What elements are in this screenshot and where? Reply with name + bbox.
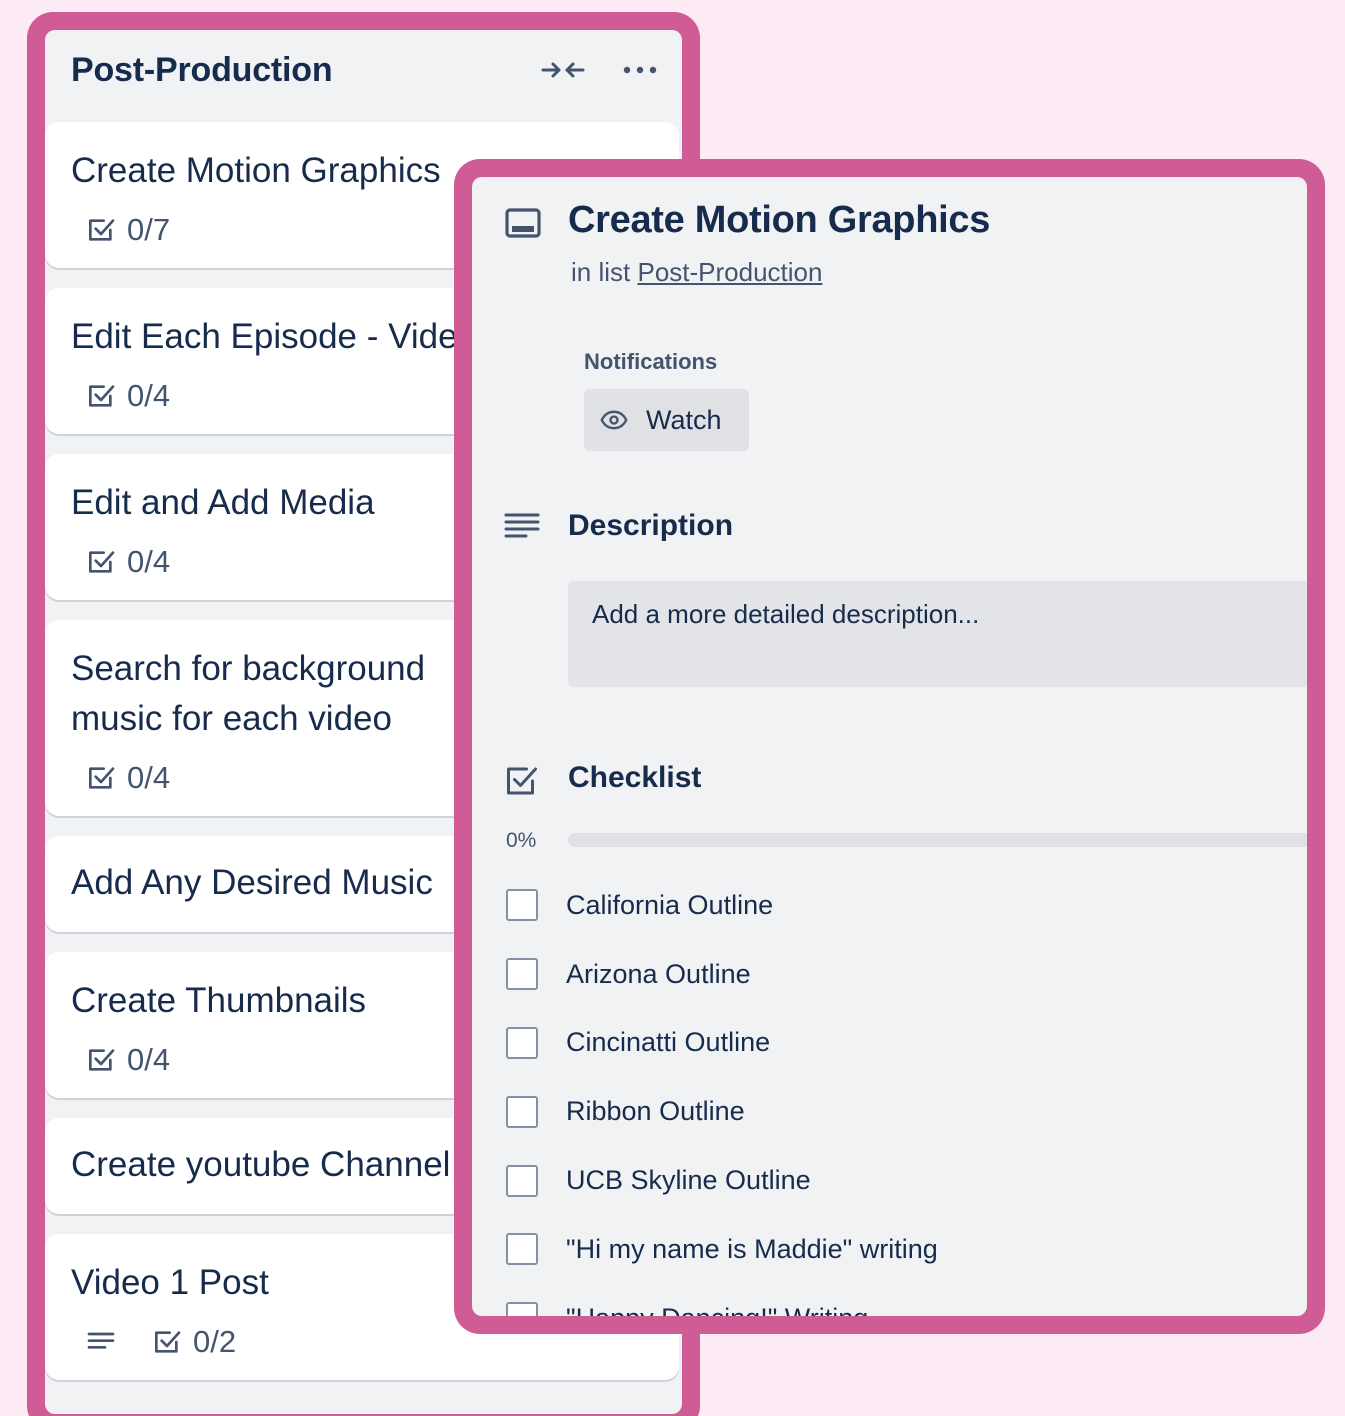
checkbox[interactable] [506,1302,538,1316]
card-detail-title[interactable]: Create Motion Graphics [568,199,990,242]
checklist-count: 0/4 [127,760,171,795]
checkbox[interactable] [506,1233,538,1266]
checklist-icon [85,380,117,412]
checklist-item-label: California Outline [566,889,774,920]
checklist-count: 0/4 [127,378,171,413]
checklist-count: 0/7 [127,212,171,247]
checklist-item-label: "Happy Dancing!" Writing [566,1303,868,1316]
checkbox[interactable] [506,1164,538,1197]
description-lines-icon [85,1326,117,1358]
card-title: Search for background music for each vid… [71,649,426,738]
card-icon [504,207,542,241]
checklist-item[interactable]: California Outline [472,871,1307,940]
checklist-item[interactable]: "Hi my name is Maddie" writing [472,1215,1307,1284]
checklist-icon [85,214,117,246]
checklist-heading: Checklist [568,761,702,794]
watch-button[interactable]: Watch [584,389,749,451]
checklist-item-label: Ribbon Outline [566,1096,745,1127]
in-list-text: in list Post-Production [571,257,822,288]
in-list-prefix: in list [571,257,631,287]
checkbox[interactable] [506,1026,538,1059]
checklist-icon [85,1044,117,1076]
collapse-icon[interactable] [540,50,586,90]
checklist-icon [85,762,117,794]
checklist-progress-percent: 0% [506,829,537,852]
notifications-label: Notifications [584,349,718,374]
checklist-item-label: "Hi my name is Maddie" writing [566,1233,938,1264]
checklist-item[interactable]: UCB Skyline Outline [472,1146,1307,1215]
watch-label: Watch [646,404,722,435]
detail-highlight-frame: Create Motion Graphics in list Post-Prod… [454,159,1325,1334]
description-heading: Description [568,509,734,542]
checklist-item-label: Arizona Outline [566,958,751,989]
checklist-item-label: UCB Skyline Outline [566,1165,811,1196]
checklist-item[interactable]: Arizona Outline [472,940,1307,1009]
description-input[interactable]: Add a more detailed description... [568,581,1307,687]
more-icon[interactable] [620,50,660,90]
checklist-icon [85,546,117,578]
checkbox[interactable] [506,1095,538,1128]
checkbox[interactable] [506,958,538,991]
checklist-icon [504,763,540,799]
checklist-count: 0/2 [193,1324,237,1359]
list-header: Post-Production [45,30,682,122]
card-detail-panel: Create Motion Graphics in list Post-Prod… [472,177,1307,1316]
checklist-item[interactable]: Cincinatti Outline [472,1009,1307,1078]
checklist-items: California Outline Arizona Outline Cinci… [472,871,1307,1316]
list-link[interactable]: Post-Production [637,257,822,287]
checklist-count: 0/4 [127,1042,171,1077]
checklist-icon [151,1326,183,1358]
checklist-progress-bar [568,833,1307,847]
description-icon [504,511,540,543]
checkbox[interactable] [506,889,538,922]
checklist-item-label: Cincinatti Outline [566,1027,771,1058]
eye-icon [600,406,628,434]
checklist-item[interactable]: Ribbon Outline [472,1077,1307,1146]
checklist-count: 0/4 [127,544,171,579]
checklist-item[interactable]: "Happy Dancing!" Writing [472,1284,1307,1316]
list-title[interactable]: Post-Production [71,51,540,90]
